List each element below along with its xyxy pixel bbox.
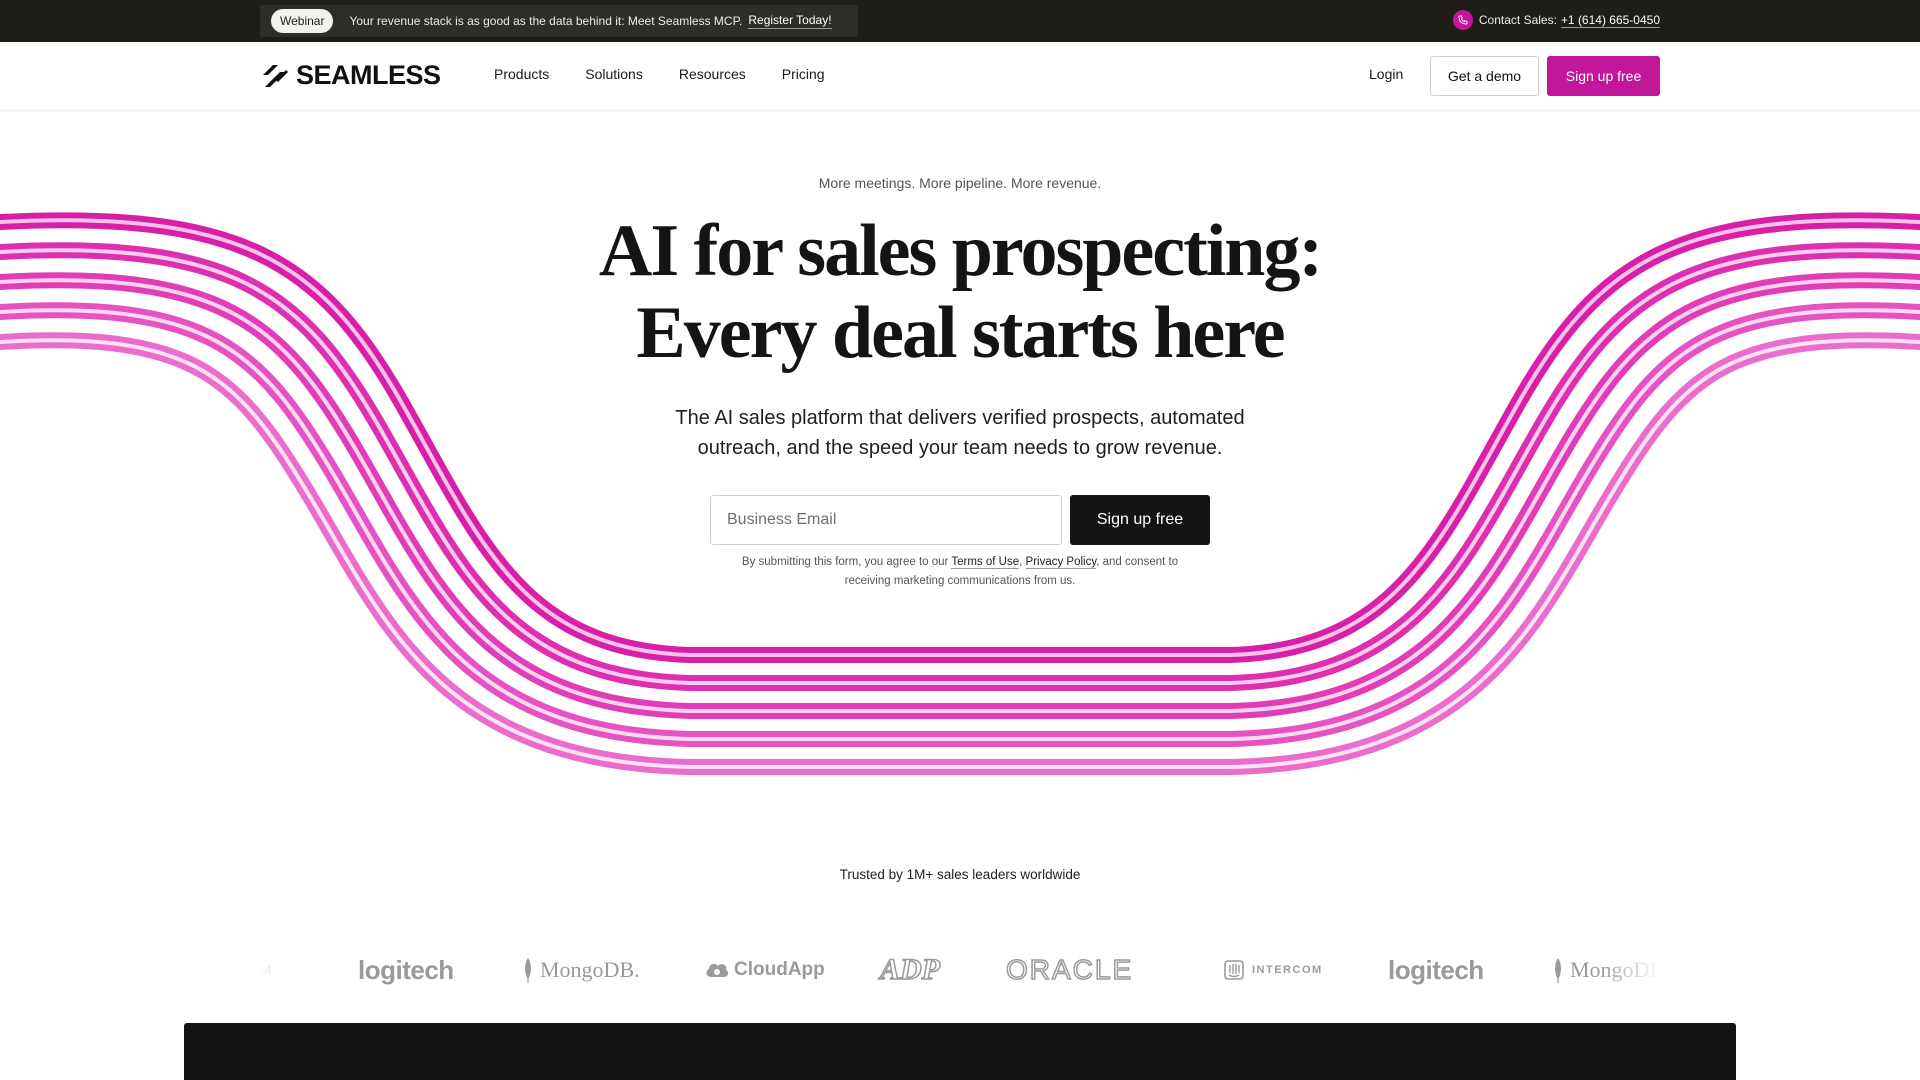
menu-solutions[interactable]: Solutions bbox=[585, 66, 643, 82]
mongodb-leaf-icon-repeat bbox=[1555, 958, 1561, 983]
next-section-dark-panel bbox=[184, 1023, 1736, 1080]
nav-signup-button[interactable]: Sign up free bbox=[1547, 56, 1660, 96]
cloudapp-wordmark: CloudApp bbox=[734, 959, 825, 980]
primary-menu: Products Solutions Resources Pricing bbox=[494, 66, 861, 82]
legal-comma: , bbox=[1019, 556, 1023, 568]
hero-signup-button[interactable]: Sign up free bbox=[1070, 495, 1210, 545]
cloudapp-icon bbox=[706, 963, 729, 977]
headline-line-2: Every deal starts here bbox=[636, 292, 1285, 374]
hero-subheadline: The AI sales platform that delivers veri… bbox=[0, 403, 1920, 463]
contact-label: Contact Sales: bbox=[1478, 13, 1557, 27]
hero-headline: AI for sales prospecting: Every deal sta… bbox=[0, 210, 1920, 374]
menu-pricing[interactable]: Pricing bbox=[782, 66, 825, 82]
business-email-input[interactable] bbox=[710, 495, 1062, 545]
logo-logitech: logitech bbox=[358, 954, 454, 985]
seamless-logo-icon bbox=[263, 64, 288, 87]
intercom-icon bbox=[1224, 960, 1244, 980]
main-nav: SEAMLESS Products Solutions Resources Pr… bbox=[0, 42, 1920, 111]
seamless-logo[interactable]: SEAMLESS bbox=[260, 60, 441, 91]
logo-wordmark: SEAMLESS bbox=[296, 60, 441, 90]
webinar-badge: Webinar bbox=[271, 9, 334, 33]
login-link[interactable]: Login bbox=[1369, 66, 1403, 82]
subheadline-line-1: The AI sales platform that delivers veri… bbox=[675, 407, 1245, 429]
subheadline-line-2: outreach, and the speed your team needs … bbox=[697, 437, 1223, 459]
logo-logitech-repeat: logitech bbox=[1388, 954, 1484, 985]
legal-suffix: , and consent to bbox=[1096, 556, 1179, 568]
legal-line-2: receiving marketing communications from … bbox=[844, 575, 1076, 587]
terms-of-use-link[interactable]: Terms of Use bbox=[951, 556, 1020, 569]
mongodb-wordmark: MongoDB. bbox=[540, 957, 640, 982]
form-legal-text: By submitting this form, you agree to ou… bbox=[0, 553, 1920, 591]
logo-mongodb: MongoDB. bbox=[522, 945, 640, 995]
logo-intercom: INTERCOM bbox=[1224, 945, 1323, 995]
hero-eyebrow: More meetings. More pipeline. More reven… bbox=[818, 175, 1102, 191]
webinar-announcement[interactable]: Webinar Your revenue stack is as good as… bbox=[260, 5, 858, 37]
headline-line-1: AI for sales prospecting: bbox=[598, 210, 1323, 292]
legal-prefix: By submitting this form, you agree to ou… bbox=[741, 556, 949, 568]
register-link[interactable]: Register Today! bbox=[748, 13, 832, 29]
privacy-policy-link[interactable]: Privacy Policy bbox=[1025, 556, 1097, 569]
logo-strip-fade-right bbox=[1600, 945, 1660, 995]
mongodb-leaf-icon bbox=[525, 958, 531, 983]
logo-strip-fade-left bbox=[260, 945, 320, 995]
customer-logo-strip: OM logitech MongoDB. CloudApp ADP ORACLE… bbox=[260, 945, 1660, 995]
logo-adp: ADP bbox=[879, 952, 941, 987]
menu-products[interactable]: Products bbox=[494, 66, 549, 82]
intercom-wordmark: INTERCOM bbox=[1252, 964, 1323, 976]
contact-phone-link[interactable]: +1 (614) 665-0450 bbox=[1560, 13, 1660, 28]
trusted-by-text: Trusted by 1M+ sales leaders worldwide bbox=[839, 867, 1081, 882]
menu-resources[interactable]: Resources bbox=[679, 66, 746, 82]
get-demo-button[interactable]: Get a demo bbox=[1430, 56, 1539, 96]
logo-cloudapp: CloudApp bbox=[704, 945, 825, 995]
announcement-bar: Webinar Your revenue stack is as good as… bbox=[0, 0, 1920, 42]
phone-icon bbox=[1452, 10, 1473, 30]
logo-oracle: ORACLE bbox=[1005, 953, 1134, 986]
announcement-text: Your revenue stack is as good as the dat… bbox=[349, 14, 743, 28]
contact-sales: Contact Sales: +1 (614) 665-0450 bbox=[1452, 10, 1660, 30]
